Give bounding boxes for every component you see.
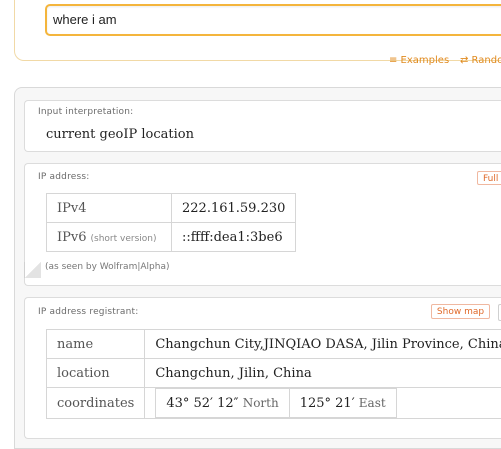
table-row: coordinates 43° 52′ 12″ North 125° 21′ E… bbox=[47, 388, 501, 419]
longitude-cell: 125° 21′ East bbox=[289, 389, 396, 418]
row-note: (short version) bbox=[91, 234, 157, 244]
interpretation-value: current geoIP location bbox=[46, 127, 194, 142]
pod-title: Input interpretation: bbox=[38, 107, 133, 117]
latitude-value: 43° 52′ 12″ bbox=[166, 396, 238, 411]
search-input[interactable] bbox=[53, 12, 501, 27]
seen-by-note: (as seen by Wolfram|Alpha) bbox=[45, 262, 169, 272]
ip-table: IPv4 222.161.59.230 IPv6 (short version) … bbox=[46, 193, 296, 252]
row-label: name bbox=[47, 330, 145, 359]
registrant-table: name Changchun City,JINQIAO DASA, Jilin … bbox=[46, 329, 501, 419]
latitude-direction: North bbox=[243, 396, 279, 410]
table-row: name Changchun City,JINQIAO DASA, Jilin … bbox=[47, 330, 501, 359]
row-label: location bbox=[47, 359, 145, 388]
table-row: IPv6 (short version) ::ffff:dea1:3be6 bbox=[47, 223, 296, 252]
pod-input-interpretation: Input interpretation: current geoIP loca… bbox=[24, 100, 501, 152]
row-value: 222.161.59.230 bbox=[172, 194, 296, 223]
pod-ip-registrant: IP address registrant: Show map name Cha… bbox=[24, 297, 501, 439]
pod-title: IP address: bbox=[38, 172, 90, 182]
table-row: location Changchun, Jilin, China bbox=[47, 359, 501, 388]
row-label: coordinates bbox=[47, 388, 145, 419]
examples-link[interactable]: ≡ Examples bbox=[389, 55, 449, 66]
row-value: ::ffff:dea1:3be6 bbox=[172, 223, 296, 252]
table-row: IPv4 222.161.59.230 bbox=[47, 194, 296, 223]
longitude-value: 125° 21′ bbox=[300, 396, 355, 411]
row-value: Changchun City,JINQIAO DASA, Jilin Provi… bbox=[145, 330, 501, 359]
coordinates-cell: 43° 52′ 12″ North 125° 21′ East bbox=[145, 388, 501, 419]
pod-title: IP address registrant: bbox=[38, 307, 139, 317]
search-panel bbox=[14, 0, 501, 61]
show-map-button[interactable]: Show map bbox=[431, 304, 490, 319]
row-label: IPv4 bbox=[47, 194, 172, 223]
row-label: IPv6 bbox=[57, 230, 87, 245]
longitude-direction: East bbox=[359, 396, 386, 410]
row-label-cell: IPv6 (short version) bbox=[47, 223, 172, 252]
pod-corner-fold bbox=[24, 262, 41, 278]
random-link[interactable]: ⇄ Random bbox=[460, 55, 501, 66]
row-value: Changchun, Jilin, China bbox=[145, 359, 501, 388]
search-box[interactable] bbox=[45, 4, 501, 36]
latitude-cell: 43° 52′ 12″ North bbox=[156, 389, 289, 418]
coordinates-table: 43° 52′ 12″ North 125° 21′ East bbox=[155, 388, 396, 418]
full-button[interactable]: Full bbox=[477, 171, 501, 185]
